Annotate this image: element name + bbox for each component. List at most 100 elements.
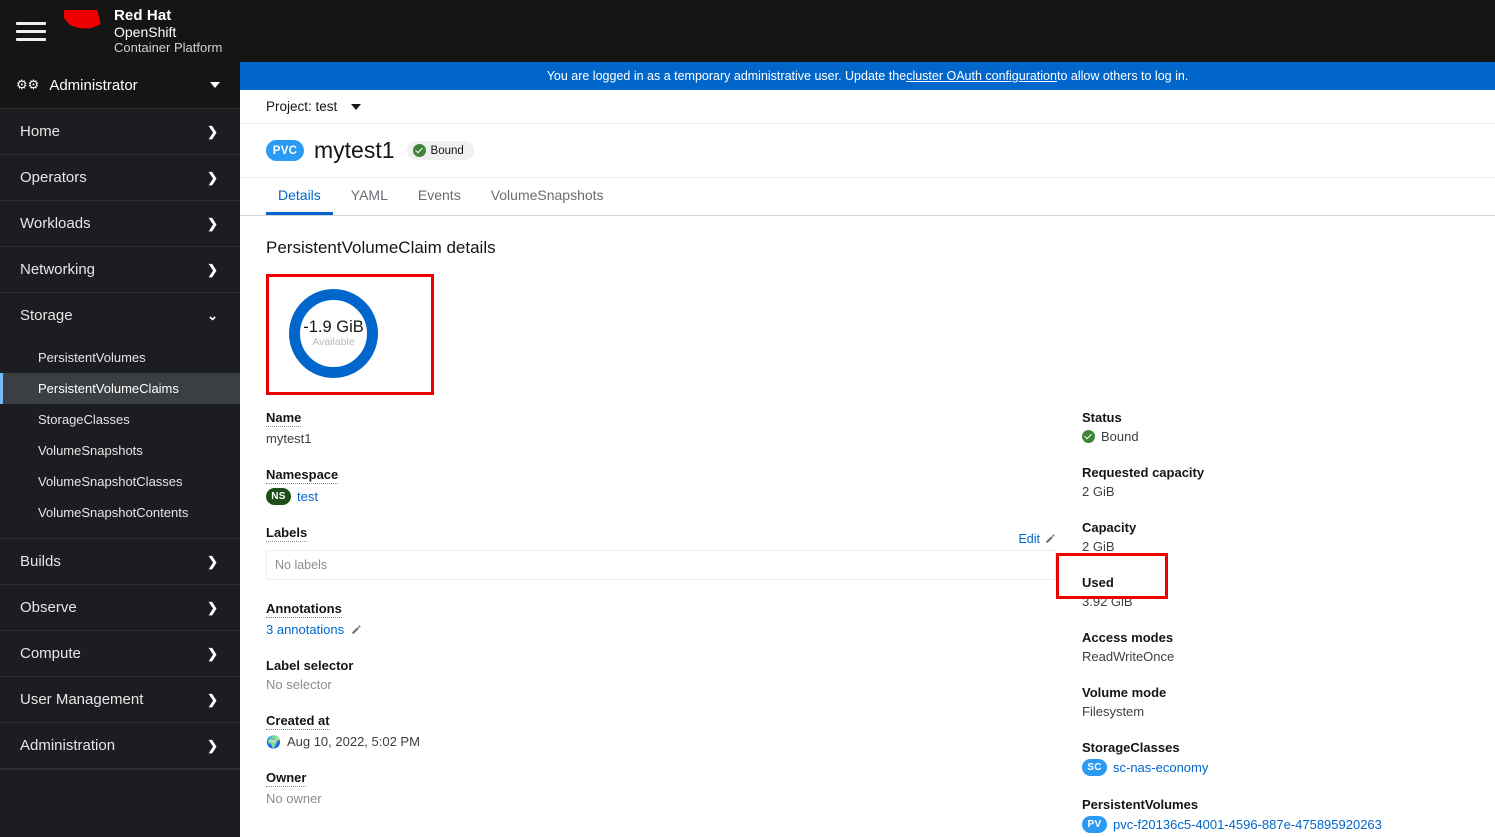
field-annotations: Annotations 3 annotations — [266, 600, 1056, 637]
field-label: Requested capacity — [1082, 465, 1205, 480]
sidebar-item-persistentvolumes[interactable]: PersistentVolumes — [0, 342, 240, 373]
field-label: Status — [1082, 410, 1122, 425]
labels-header: Labels Edit — [266, 525, 1056, 546]
check-circle-icon — [412, 144, 426, 157]
sidebar-item-workloads[interactable]: Workloads ❯ — [0, 200, 240, 246]
field-label: Access modes — [1082, 630, 1174, 645]
sidebar-item-volumesnapshotcontents[interactable]: VolumeSnapshotContents — [0, 497, 240, 528]
field-capacity: Capacity 2 GiB — [1082, 519, 1462, 554]
sidebar-item-builds[interactable]: Builds ❯ — [0, 538, 240, 584]
sidebar-subitem-label: VolumeSnapshotContents — [38, 505, 189, 520]
sidebar-item-label: Workloads — [20, 215, 91, 232]
tab-label: Details — [278, 187, 321, 203]
status-text: Bound — [1101, 429, 1139, 444]
temporary-user-banner: You are logged in as a temporary adminis… — [240, 62, 1495, 90]
banner-text-after: to allow others to log in. — [1056, 69, 1189, 83]
tab-yaml[interactable]: YAML — [339, 187, 400, 215]
edit-labels-button[interactable]: Edit — [1018, 532, 1056, 546]
field-value: 2 GiB — [1082, 539, 1115, 554]
sidebar-item-label: Storage — [20, 307, 73, 324]
field-label: Labels — [266, 525, 308, 542]
persistent-volume-link[interactable]: pvc-f20136c5-4001-4596-887e-475895920263 — [1113, 817, 1382, 832]
globe-icon: 🌍 — [266, 734, 281, 749]
status-badge: Bound — [406, 141, 474, 160]
field-label: Used — [1082, 575, 1114, 590]
field-status: Status Bound — [1082, 409, 1462, 444]
cogs-icon: ⚙⚙ — [16, 77, 40, 92]
field-value: NS test — [266, 488, 1056, 505]
sidebar-item-label: Networking — [20, 261, 96, 278]
sidebar: ⚙⚙ Administrator Home ❯ Operators ❯ Work… — [0, 62, 240, 837]
field-label-selector: Label selector No selector — [266, 657, 1056, 692]
storage-class-link[interactable]: sc-nas-economy — [1113, 760, 1208, 775]
tab-details[interactable]: Details — [266, 187, 333, 215]
hamburger-icon[interactable] — [16, 19, 46, 43]
tab-events[interactable]: Events — [406, 187, 473, 215]
check-circle-icon — [1082, 430, 1095, 443]
project-selector[interactable]: Project: test — [240, 90, 1495, 124]
sidebar-item-volumesnapshots[interactable]: VolumeSnapshots — [0, 435, 240, 466]
field-storage-classes: StorageClasses SC sc-nas-economy — [1082, 739, 1462, 776]
chevron-right-icon: ❯ — [207, 169, 218, 185]
namespace-link[interactable]: test — [297, 489, 318, 504]
sidebar-subitem-label: PersistentVolumeClaims — [38, 381, 179, 396]
created-at-text: Aug 10, 2022, 5:02 PM — [286, 734, 420, 749]
tab-label: VolumeSnapshots — [490, 187, 604, 203]
sidebar-item-administration[interactable]: Administration ❯ — [0, 722, 240, 768]
edit-labels-label: Edit — [1018, 532, 1040, 546]
sidebar-item-operators[interactable]: Operators ❯ — [0, 154, 240, 200]
pvc-kind-badge: PVC — [266, 140, 304, 161]
sidebar-item-label: Operators — [20, 169, 87, 186]
field-value: 3.92 GiB — [1082, 594, 1133, 609]
details-column-left: Name mytest1 Namespace NS test Labels Ed… — [266, 409, 1056, 826]
field-volume-mode: Volume mode Filesystem — [1082, 684, 1462, 719]
tab-label: Events — [417, 187, 461, 203]
field-requested-capacity: Requested capacity 2 GiB — [1082, 464, 1462, 499]
field-label: Name — [266, 410, 302, 427]
chevron-right-icon: ❯ — [207, 123, 218, 139]
sidebar-item-label: User Management — [20, 691, 144, 708]
sidebar-item-storage[interactable]: Storage ⌄ — [0, 292, 240, 338]
annotations-link[interactable]: 3 annotations — [266, 622, 344, 637]
cluster-oauth-configuration-link[interactable]: cluster OAuth configuration — [906, 69, 1057, 83]
labels-empty-box[interactable]: No labels — [266, 550, 1056, 580]
details-column-right: Status Bound Requested capacity 2 GiB Ca… — [1082, 409, 1462, 837]
sidebar-item-label: Observe — [20, 599, 77, 616]
tab-volumesnapshots[interactable]: VolumeSnapshots — [479, 187, 616, 215]
field-label: Volume mode — [1082, 685, 1167, 700]
field-value: PV pvc-f20136c5-4001-4596-887e-475895920… — [1082, 816, 1462, 833]
field-name: Name mytest1 — [266, 409, 1056, 446]
chevron-right-icon: ❯ — [207, 691, 218, 707]
page-title: mytest1 — [314, 137, 395, 163]
brand-openshift: OpenShift — [114, 24, 177, 41]
section-title: PersistentVolumeClaim details — [266, 238, 496, 257]
brand-redhat: Red Hat — [114, 7, 172, 25]
sidebar-item-volumesnapshotclasses[interactable]: VolumeSnapshotClasses — [0, 466, 240, 497]
masthead: Red Hat OpenShift Container Platform — [0, 0, 1495, 62]
field-value: Bound — [1082, 429, 1462, 444]
field-label: Namespace — [266, 467, 339, 484]
sidebar-item-persistentvolumeclaims[interactable]: PersistentVolumeClaims — [0, 373, 240, 404]
redhat-openshift-logo[interactable]: Red Hat OpenShift Container Platform — [64, 6, 222, 55]
openshift-console: Red Hat OpenShift Container Platform ⚙⚙ … — [0, 0, 1495, 837]
caret-down-icon — [210, 82, 220, 88]
sidebar-item-compute[interactable]: Compute ❯ — [0, 630, 240, 676]
sidebar-item-user-management[interactable]: User Management ❯ — [0, 676, 240, 722]
field-label: Created at — [266, 713, 330, 730]
sidebar-item-label: Builds — [20, 553, 61, 570]
sidebar-subitem-label: PersistentVolumes — [38, 350, 146, 365]
sidebar-submenu-storage: PersistentVolumes PersistentVolumeClaims… — [0, 338, 240, 538]
field-label: Owner — [266, 770, 307, 787]
status-badge-label: Bound — [430, 144, 464, 157]
chevron-right-icon: ❯ — [207, 261, 218, 277]
resource-tabs: Details YAML Events VolumeSnapshots — [240, 178, 1495, 216]
chevron-right-icon: ❯ — [207, 215, 218, 231]
perspective-switcher[interactable]: ⚙⚙ Administrator — [0, 62, 240, 108]
field-label: Label selector — [266, 658, 354, 673]
pencil-icon[interactable] — [350, 624, 362, 636]
sidebar-item-observe[interactable]: Observe ❯ — [0, 584, 240, 630]
sidebar-item-home[interactable]: Home ❯ — [0, 108, 240, 154]
sidebar-item-storageclasses[interactable]: StorageClasses — [0, 404, 240, 435]
resource-title-bar: PVC mytest1 Bound — [240, 124, 1495, 178]
sidebar-item-networking[interactable]: Networking ❯ — [0, 246, 240, 292]
